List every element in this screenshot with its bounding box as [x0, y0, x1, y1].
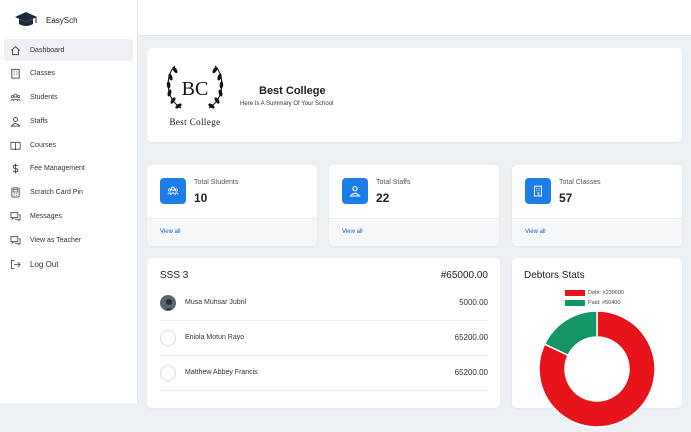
view-all-link[interactable]: View all — [525, 229, 546, 235]
table-row[interactable]: Musa Muhsar Jubril 5000.00 — [160, 286, 488, 321]
graduation-cap-icon — [15, 12, 37, 26]
stat-footer: View all — [329, 218, 499, 246]
students-icon — [160, 178, 186, 204]
class-fee-card: SSS 3 #65000.00 Musa Muhsar Jubril 5000.… — [147, 258, 500, 408]
users-icon — [9, 92, 21, 104]
teacher-chat-icon — [9, 234, 21, 246]
debtors-title: Debtors Stats — [524, 270, 585, 281]
college-subtitle: Here Is A Summary Of Your School — [240, 101, 334, 107]
student-amount: 65200.00 — [454, 368, 488, 377]
sidebar-item-label: Scratch Card Pin — [30, 189, 83, 197]
legend-label: Paid: #50400 — [588, 299, 621, 306]
sidebar-item-label: Log Out — [30, 259, 59, 269]
student-amount: 65200.00 — [454, 333, 488, 342]
college-summary-card: BC Best College Best College Here Is A S… — [147, 48, 682, 142]
stat-footer: View all — [512, 218, 682, 246]
student-name: Eniola Motun Rayo — [185, 334, 245, 341]
chart-legend: Debt: #230600 Paid: #50400 — [565, 288, 624, 308]
logo-caption: Best College — [169, 117, 221, 127]
sidebar-item-fee-management[interactable]: Fee Management — [4, 158, 133, 180]
sidebar-item-courses[interactable]: Courses — [4, 134, 133, 156]
table-row[interactable]: Eniola Motun Rayo 65200.00 — [160, 321, 488, 356]
sidebar-item-scratch-card-pin[interactable]: Scratch Card Pin — [4, 182, 133, 204]
stat-card-students: Total Students 10 View all — [147, 165, 317, 246]
sidebar-item-label: Students — [30, 94, 58, 102]
staffs-icon — [342, 178, 368, 204]
card-icon — [9, 187, 21, 199]
sidebar-item-staffs[interactable]: Staffs — [4, 110, 133, 132]
top-bar — [138, 0, 691, 36]
logo-initials: BC — [182, 78, 209, 100]
class-name: SSS 3 — [160, 270, 189, 281]
college-name: Best College — [259, 85, 326, 97]
donut-slice-paid[interactable] — [543, 310, 598, 357]
class-total: #65000.00 — [440, 270, 488, 281]
staff-icon — [9, 115, 21, 127]
legend-item-debt[interactable]: Debt: #230600 — [565, 288, 624, 297]
sidebar-item-dashboard[interactable]: Dashboard — [4, 39, 133, 61]
sidebar-item-label: Dashboard — [30, 46, 65, 54]
avatar — [160, 365, 176, 381]
sidebar: EasySch Dashboard Classes Students Staff… — [0, 0, 138, 403]
view-all-link[interactable]: View all — [160, 229, 181, 235]
sidebar-nav: Dashboard Classes Students Staffs Course… — [4, 39, 133, 277]
table-row[interactable]: Matthew Abbey Francis 65200.00 — [160, 356, 488, 391]
sidebar-item-label: Messages — [30, 213, 62, 221]
legend-label: Debt: #230600 — [588, 289, 625, 296]
classes-icon — [525, 178, 551, 204]
student-name: Matthew Abbey Francis — [185, 369, 258, 376]
laurel-wreath-icon: BC — [166, 65, 224, 109]
stat-footer: View all — [147, 218, 317, 246]
dollar-icon — [9, 163, 21, 175]
sidebar-item-view-as-teacher[interactable]: View as Teacher — [4, 229, 133, 251]
sidebar-item-label: Fee Management — [30, 165, 85, 173]
stat-value: 10 — [194, 191, 208, 205]
view-all-link[interactable]: View all — [342, 229, 363, 235]
sidebar-item-logout[interactable]: Log Out — [4, 253, 133, 275]
avatar — [160, 330, 176, 346]
debtors-donut-chart — [538, 310, 656, 428]
stat-value: 22 — [376, 191, 390, 205]
sidebar-item-label: Courses — [30, 141, 57, 149]
avatar — [160, 295, 176, 311]
stat-card-staffs: Total Staffs 22 View all — [329, 165, 499, 246]
app-name: EasySch — [46, 15, 78, 25]
book-icon — [9, 139, 21, 151]
stat-label: Total Students — [194, 179, 239, 186]
legend-swatch — [565, 289, 585, 296]
sidebar-item-label: Staffs — [30, 117, 48, 125]
stat-value: 57 — [559, 191, 573, 205]
brand[interactable]: EasySch — [14, 11, 78, 29]
stat-label: Total Classes — [559, 179, 601, 186]
sidebar-item-label: Classes — [30, 70, 55, 78]
student-amount: 5000.00 — [459, 298, 488, 307]
stat-card-classes: Total Classes 57 View all — [512, 165, 682, 246]
building-icon — [9, 68, 21, 80]
college-logo: BC Best College — [159, 62, 231, 127]
sidebar-item-classes[interactable]: Classes — [4, 63, 133, 85]
logout-icon — [9, 258, 21, 270]
home-icon — [9, 44, 21, 56]
sidebar-item-label: View as Teacher — [30, 236, 82, 244]
legend-swatch — [565, 299, 585, 306]
debtors-stats-card: Debtors Stats Debt: #230600 Paid: #50400 — [512, 258, 682, 428]
chat-icon — [9, 211, 21, 223]
student-name: Musa Muhsar Jubril — [185, 299, 247, 306]
stat-label: Total Staffs — [376, 179, 411, 186]
sidebar-item-messages[interactable]: Messages — [4, 206, 133, 228]
sidebar-item-students[interactable]: Students — [4, 87, 133, 109]
